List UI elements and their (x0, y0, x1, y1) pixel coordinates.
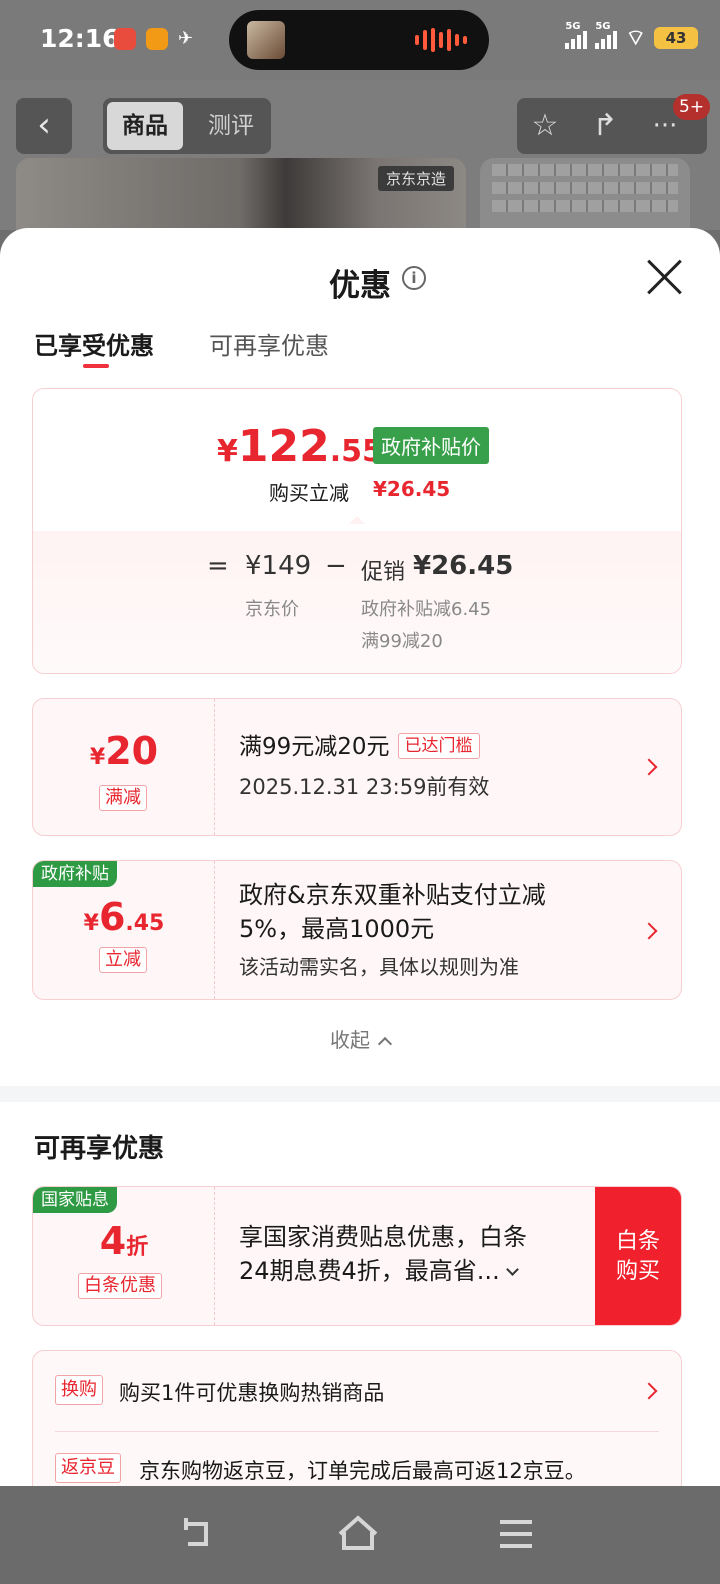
collapse-button[interactable]: 收起 (0, 1024, 720, 1053)
coupon-validity: 2025.12.31 23:59前有效 (239, 775, 490, 799)
battery-icon: 43 (654, 27, 698, 49)
tab-more-discounts[interactable]: 可再享优惠 (209, 326, 329, 361)
clock: 12:16 (40, 24, 120, 53)
app-notification-icon-1 (114, 28, 136, 50)
baitiao-type-badge: 白条优惠 (78, 1273, 162, 1299)
size-chart-image[interactable] (480, 158, 690, 238)
product-image[interactable]: 京东京造 (16, 158, 466, 238)
audio-wave-icon (415, 28, 467, 52)
dynamic-island[interactable] (229, 10, 489, 70)
promo-label: 促销 (361, 560, 406, 585)
promo-value: ¥26.45 (413, 551, 514, 581)
coupon-amount: ¥6.45 (83, 895, 165, 939)
promo-detail-gov: 政府补贴减6.45 (361, 599, 492, 620)
coupon-type-badge: 满减 (99, 785, 147, 811)
instant-discount-label: 购买立减 (269, 481, 349, 505)
section-divider (0, 1086, 720, 1102)
coupon-gov-subsidy[interactable]: 政府补贴 ¥6.45 立减 政府&京东双重补贴支付立减 5%，最高1000元 该… (32, 860, 682, 1000)
coupon-threshold[interactable]: ¥20 满减 满99元减20元 已达门槛 2025.12.31 23:59前有效 (32, 698, 682, 836)
product-tabs: 商品 测评 (103, 98, 271, 154)
baitiao-text-line2: 24期息费4折，最高省... (239, 1255, 519, 1287)
chevron-down-icon[interactable] (505, 1263, 519, 1276)
active-tab-indicator (83, 364, 109, 368)
sheet-title: 优惠 (329, 268, 391, 304)
coupon-title: 满99元减20元 已达门槛 (239, 731, 480, 763)
chevron-up-icon (377, 1036, 393, 1052)
jd-beans-tag: 返京豆 (55, 1453, 121, 1483)
app-notification-icon-2 (146, 28, 168, 50)
app-notification-icon-3: ✈ (178, 28, 194, 49)
instant-discount-value: ¥26.45 (373, 477, 451, 501)
baitiao-discount-card[interactable]: 国家贴息 4折 白条优惠 享国家消费贴息优惠，白条 24期息费4折，最高省...… (32, 1186, 682, 1326)
share-icon[interactable]: ↱ (583, 104, 627, 148)
back-nav-icon[interactable] (174, 1510, 222, 1558)
signal-icon-2: 5G (595, 21, 618, 49)
star-icon[interactable]: ☆ (523, 104, 567, 148)
coupon-amount: ¥20 (89, 729, 159, 773)
chevron-right-icon[interactable] (640, 758, 658, 776)
threshold-reached-badge: 已达门槛 (397, 733, 480, 759)
close-icon[interactable] (643, 256, 685, 298)
coupon-title-line1: 政府&京东双重补贴支付立减 (239, 881, 546, 909)
tab-product[interactable]: 商品 (107, 102, 183, 150)
price-summary-card: ¥122.55 政府补贴价 购买立减 ¥26.45 = ¥149 京东价 − 促… (32, 388, 682, 674)
baitiao-buy-button[interactable]: 白条 购买 (595, 1187, 681, 1325)
tab-review[interactable]: 测评 (193, 102, 269, 150)
jd-price-label: 京东价 (245, 599, 299, 620)
discount-sheet: 优惠 i 已享受优惠 可再享优惠 ¥122.55 政府补贴价 购买立减 ¥26.… (0, 228, 720, 1486)
more-discounts-title: 可再享优惠 (34, 1134, 165, 1164)
status-icons: 5G 5G ⌔ 43 (565, 21, 698, 52)
coupon-title-line2: 5%，最高1000元 (239, 915, 435, 943)
now-playing-thumbnail (247, 21, 285, 59)
message-badge: 5+ (673, 94, 711, 120)
coupon-note: 该活动需实名，具体以规则为准 (239, 955, 519, 979)
chevron-right-icon[interactable] (640, 1382, 658, 1400)
brand-tag: 京东京造 (377, 166, 454, 191)
gov-subsidy-corner-tag: 政府补贴 (33, 861, 117, 887)
home-nav-icon[interactable] (334, 1510, 382, 1558)
product-nav-bar: ‹ 商品 测评 ☆ ↱ ··· 5+ 京东京造 (0, 80, 720, 238)
extra-benefits-card: 换购 购买1件可优惠换购热销商品 返京豆 京东购物返京豆，订单完成后最高可返12… (32, 1350, 682, 1486)
exchange-tag: 换购 (55, 1375, 103, 1405)
back-button[interactable]: ‹ (16, 98, 72, 154)
coupon-type-badge: 立减 (99, 947, 147, 973)
menu-nav-icon[interactable] (492, 1510, 540, 1558)
info-icon[interactable]: i (402, 266, 426, 290)
final-price: ¥122.55 (217, 421, 383, 472)
gov-price-tag: 政府补贴价 (373, 427, 489, 464)
tab-enjoyed-discounts[interactable]: 已享受优惠 (34, 326, 154, 361)
equals-sign: = (207, 551, 229, 581)
jd-beans-text: 京东购物返京豆，订单完成后最高可返12京豆。 (139, 1459, 586, 1483)
chevron-right-icon[interactable] (640, 922, 658, 940)
baitiao-discount-amount: 4折 (99, 1219, 149, 1263)
system-nav-bar (0, 1486, 720, 1584)
signal-icon-1: 5G (565, 21, 588, 49)
wifi-icon: ⌔ (625, 26, 646, 51)
jd-price: ¥149 (245, 551, 312, 581)
exchange-text[interactable]: 购买1件可优惠换购热销商品 (119, 1377, 384, 1407)
promo-detail-threshold: 满99减20 (361, 631, 443, 652)
status-bar: 12:16 ✈ 5G 5G ⌔ 43 (0, 0, 720, 80)
interest-subsidy-corner-tag: 国家贴息 (33, 1187, 117, 1213)
minus-sign: − (325, 551, 347, 581)
baitiao-text-line1: 享国家消费贴息优惠，白条 (239, 1223, 527, 1251)
